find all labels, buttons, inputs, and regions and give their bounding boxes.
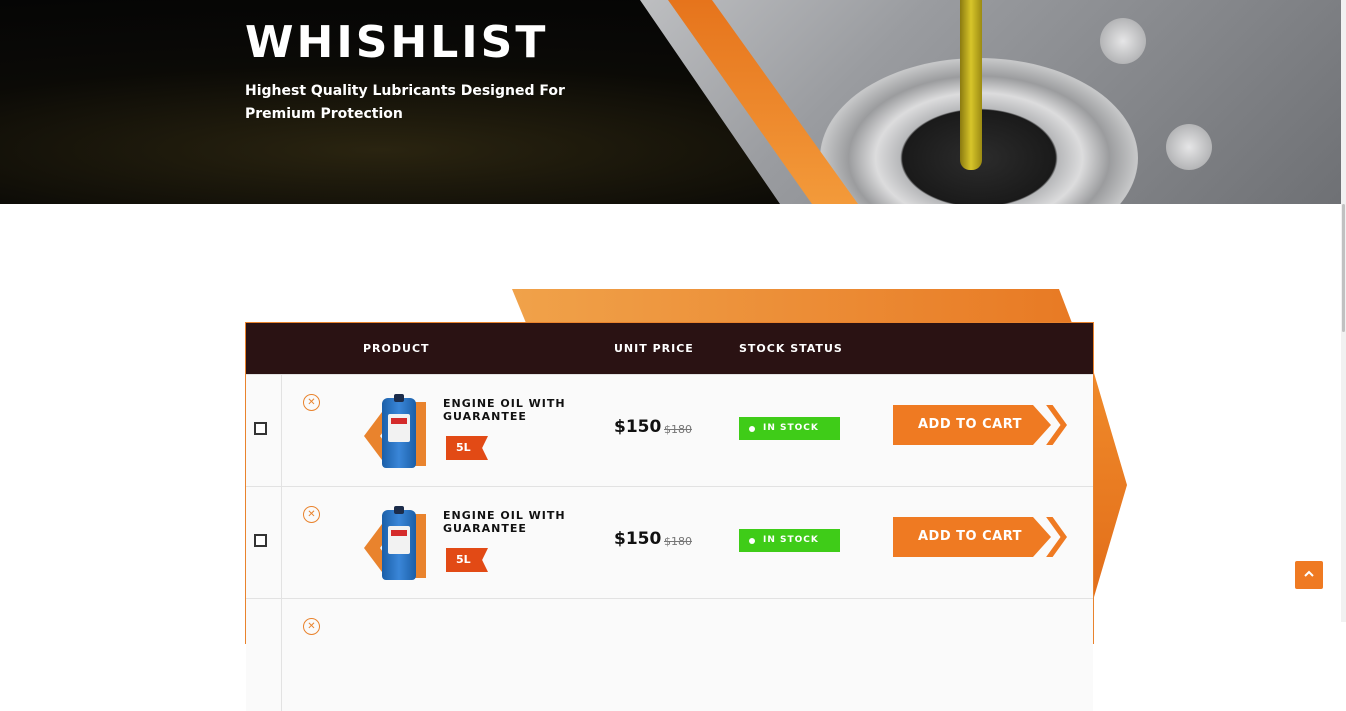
hero-banner: WHISHLIST Highest Quality Lubricants Des… (0, 0, 1346, 204)
stock-status-badge: IN STOCK (739, 417, 840, 440)
add-to-cart-button[interactable]: ADD TO CART (893, 517, 1069, 557)
product-name[interactable]: ENGINE OIL WITH GUARANTEE (443, 397, 583, 423)
header-unit-price: UNIT PRICE (614, 342, 694, 355)
size-badge: 5L (446, 548, 488, 572)
engine-bolt (1100, 18, 1146, 64)
table-decoration-side (1093, 373, 1127, 597)
wishlist-table: PRODUCT UNIT PRICE STOCK STATUS ✕ ENGINE… (245, 322, 1094, 711)
header-stock-status: STOCK STATUS (739, 342, 843, 355)
page-title: WHISHLIST (245, 17, 549, 68)
table-header: PRODUCT UNIT PRICE STOCK STATUS (246, 323, 1093, 374)
table-row: ✕ ENGINE OIL WITH GUARANTEE 5L $150 $180… (246, 486, 1093, 599)
product-image[interactable] (362, 394, 428, 472)
header-product: PRODUCT (363, 342, 430, 355)
close-icon[interactable]: ✕ (303, 394, 320, 411)
size-badge: 5L (446, 436, 488, 460)
table-row: ✕ (246, 598, 1093, 711)
stock-status-label: IN STOCK (763, 535, 819, 545)
stock-status-label: IN STOCK (763, 423, 819, 433)
old-price: $180 (664, 535, 692, 548)
status-dot-icon (749, 538, 755, 544)
close-icon[interactable]: ✕ (303, 618, 320, 635)
close-icon[interactable]: ✕ (303, 506, 320, 523)
table-row: ✕ ENGINE OIL WITH GUARANTEE 5L $150 $180… (246, 374, 1093, 487)
add-to-cart-button[interactable]: ADD TO CART (893, 405, 1069, 445)
stock-status-badge: IN STOCK (739, 529, 840, 552)
unit-price: $150 (614, 417, 662, 437)
row-checkbox[interactable] (254, 422, 267, 435)
row-checkbox[interactable] (254, 534, 267, 547)
back-to-top-button[interactable] (1295, 561, 1323, 589)
table-decoration-top (512, 289, 1072, 323)
status-dot-icon (749, 426, 755, 432)
old-price: $180 (664, 423, 692, 436)
product-name[interactable]: ENGINE OIL WITH GUARANTEE (443, 509, 583, 535)
chevron-up-icon (1304, 570, 1314, 577)
page-subtitle: Highest Quality Lubricants Designed For … (245, 83, 565, 122)
product-image[interactable] (362, 506, 428, 584)
engine-bolt (1166, 124, 1212, 170)
oil-stream (960, 0, 982, 170)
add-to-cart-label: ADD TO CART (918, 529, 1023, 544)
scrollbar-thumb[interactable] (1342, 204, 1345, 332)
unit-price: $150 (614, 529, 662, 549)
add-to-cart-label: ADD TO CART (918, 417, 1023, 432)
